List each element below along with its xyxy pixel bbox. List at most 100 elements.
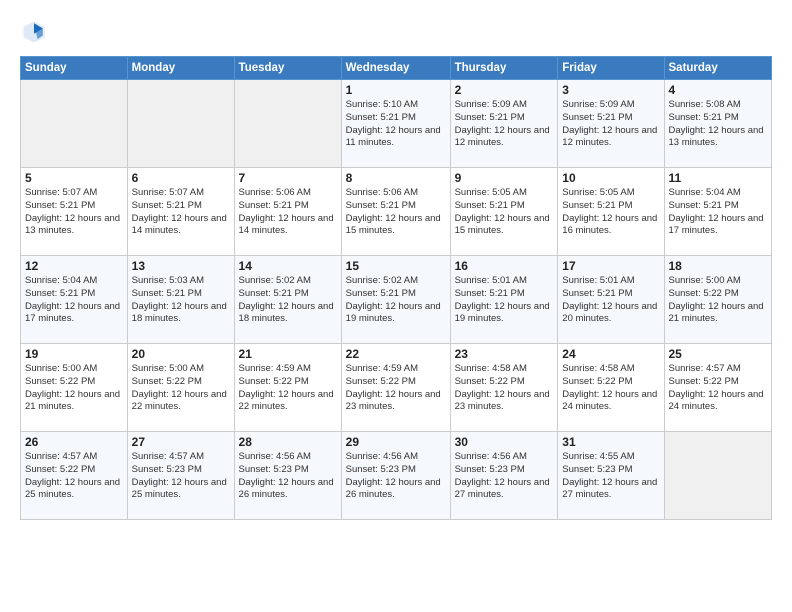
day-number: 15: [346, 259, 446, 273]
calendar-week-row: 5 Sunrise: 5:07 AM Sunset: 5:21 PM Daylig…: [21, 168, 772, 256]
calendar-cell: 16Sunrise: 5:01 AM Sunset: 5:21 PM Dayli…: [450, 256, 558, 344]
weekday-header: Wednesday: [341, 57, 450, 80]
day-info: Sunrise: 5:03 AM Sunset: 5:21 PM Dayligh…: [132, 275, 230, 326]
day-number: 20: [132, 347, 230, 361]
weekday-header: Thursday: [450, 57, 558, 80]
day-info: Sunrise: 5:05 AM Sunset: 5:21 PM Dayligh…: [455, 187, 554, 238]
day-info: Sunrise: 5:02 AM Sunset: 5:21 PM Dayligh…: [346, 275, 446, 326]
calendar-cell: 5 Sunrise: 5:07 AM Sunset: 5:21 PM Daylig…: [21, 168, 128, 256]
calendar-table: SundayMondayTuesdayWednesdayThursdayFrid…: [20, 56, 772, 520]
day-number: 25: [669, 347, 768, 361]
day-number: 14: [239, 259, 337, 273]
day-info: Sunrise: 5:00 AM Sunset: 5:22 PM Dayligh…: [25, 363, 123, 414]
day-number: 31: [562, 435, 659, 449]
calendar-week-row: 26 Sunrise: 4:57 AM Sunset: 5:22 PM Dayli…: [21, 432, 772, 520]
day-info: Sunrise: 4:57 AM Sunset: 5:22 PM Dayligh…: [25, 451, 123, 502]
day-info: Sunrise: 4:56 AM Sunset: 5:23 PM Dayligh…: [455, 451, 554, 502]
day-number: 6: [132, 171, 230, 185]
day-number: 23: [455, 347, 554, 361]
calendar-cell: 3 Sunrise: 5:09 AM Sunset: 5:21 PM Daylig…: [558, 80, 664, 168]
day-number: 27: [132, 435, 230, 449]
day-number: 10: [562, 171, 659, 185]
day-info: Sunrise: 5:01 AM Sunset: 5:21 PM Dayligh…: [455, 275, 554, 326]
calendar-cell: 18 Sunrise: 5:00 AM Sunset: 5:22 PM Dayli…: [664, 256, 772, 344]
day-number: 24: [562, 347, 659, 361]
calendar-cell: 2Sunrise: 5:09 AM Sunset: 5:21 PM Daylig…: [450, 80, 558, 168]
weekday-header: Saturday: [664, 57, 772, 80]
day-info: Sunrise: 4:59 AM Sunset: 5:22 PM Dayligh…: [346, 363, 446, 414]
day-info: Sunrise: 4:59 AM Sunset: 5:22 PM Dayligh…: [239, 363, 337, 414]
page: SundayMondayTuesdayWednesdayThursdayFrid…: [0, 0, 792, 612]
calendar-cell: 7 Sunrise: 5:06 AM Sunset: 5:21 PM Daylig…: [234, 168, 341, 256]
day-info: Sunrise: 5:06 AM Sunset: 5:21 PM Dayligh…: [346, 187, 446, 238]
day-info: Sunrise: 5:00 AM Sunset: 5:22 PM Dayligh…: [669, 275, 768, 326]
calendar-cell: 11 Sunrise: 5:04 AM Sunset: 5:21 PM Dayli…: [664, 168, 772, 256]
day-info: Sunrise: 5:10 AM Sunset: 5:21 PM Dayligh…: [346, 99, 446, 150]
day-number: 18: [669, 259, 768, 273]
day-number: 7: [239, 171, 337, 185]
calendar-cell: 4 Sunrise: 5:08 AM Sunset: 5:21 PM Daylig…: [664, 80, 772, 168]
day-number: 13: [132, 259, 230, 273]
weekday-header: Friday: [558, 57, 664, 80]
calendar-cell: 29 Sunrise: 4:56 AM Sunset: 5:23 PM Dayli…: [341, 432, 450, 520]
calendar-cell: 27Sunrise: 4:57 AM Sunset: 5:23 PM Dayli…: [127, 432, 234, 520]
day-info: Sunrise: 4:58 AM Sunset: 5:22 PM Dayligh…: [562, 363, 659, 414]
day-info: Sunrise: 5:05 AM Sunset: 5:21 PM Dayligh…: [562, 187, 659, 238]
logo-icon: [20, 18, 48, 46]
weekday-header: Monday: [127, 57, 234, 80]
day-info: Sunrise: 5:07 AM Sunset: 5:21 PM Dayligh…: [132, 187, 230, 238]
calendar-cell: 28 Sunrise: 4:56 AM Sunset: 5:23 PM Dayli…: [234, 432, 341, 520]
day-info: Sunrise: 5:00 AM Sunset: 5:22 PM Dayligh…: [132, 363, 230, 414]
calendar-week-row: 19 Sunrise: 5:00 AM Sunset: 5:22 PM Dayli…: [21, 344, 772, 432]
calendar-cell: 17 Sunrise: 5:01 AM Sunset: 5:21 PM Dayli…: [558, 256, 664, 344]
day-info: Sunrise: 4:58 AM Sunset: 5:22 PM Dayligh…: [455, 363, 554, 414]
calendar-cell: 14Sunrise: 5:02 AM Sunset: 5:21 PM Dayli…: [234, 256, 341, 344]
day-number: 19: [25, 347, 123, 361]
day-number: 8: [346, 171, 446, 185]
day-info: Sunrise: 4:56 AM Sunset: 5:23 PM Dayligh…: [239, 451, 337, 502]
day-number: 21: [239, 347, 337, 361]
calendar-cell: [21, 80, 128, 168]
day-info: Sunrise: 4:55 AM Sunset: 5:23 PM Dayligh…: [562, 451, 659, 502]
logo: [20, 18, 52, 46]
day-number: 17: [562, 259, 659, 273]
day-info: Sunrise: 5:01 AM Sunset: 5:21 PM Dayligh…: [562, 275, 659, 326]
day-number: 12: [25, 259, 123, 273]
day-number: 5: [25, 171, 123, 185]
day-number: 3: [562, 83, 659, 97]
calendar-week-row: 1 Sunrise: 5:10 AM Sunset: 5:21 PM Daylig…: [21, 80, 772, 168]
day-info: Sunrise: 5:04 AM Sunset: 5:21 PM Dayligh…: [669, 187, 768, 238]
day-info: Sunrise: 5:08 AM Sunset: 5:21 PM Dayligh…: [669, 99, 768, 150]
calendar-cell: 6 Sunrise: 5:07 AM Sunset: 5:21 PM Daylig…: [127, 168, 234, 256]
day-number: 2: [455, 83, 554, 97]
day-number: 30: [455, 435, 554, 449]
day-info: Sunrise: 5:09 AM Sunset: 5:21 PM Dayligh…: [562, 99, 659, 150]
day-info: Sunrise: 5:06 AM Sunset: 5:21 PM Dayligh…: [239, 187, 337, 238]
calendar-cell: 25Sunrise: 4:57 AM Sunset: 5:22 PM Dayli…: [664, 344, 772, 432]
calendar-cell: 12 Sunrise: 5:04 AM Sunset: 5:21 PM Dayli…: [21, 256, 128, 344]
calendar-cell: 30 Sunrise: 4:56 AM Sunset: 5:23 PM Dayli…: [450, 432, 558, 520]
calendar-cell: 20 Sunrise: 5:00 AM Sunset: 5:22 PM Dayli…: [127, 344, 234, 432]
day-number: 1: [346, 83, 446, 97]
day-number: 9: [455, 171, 554, 185]
calendar-cell: 24 Sunrise: 4:58 AM Sunset: 5:22 PM Dayli…: [558, 344, 664, 432]
calendar-week-row: 12 Sunrise: 5:04 AM Sunset: 5:21 PM Dayli…: [21, 256, 772, 344]
day-info: Sunrise: 5:04 AM Sunset: 5:21 PM Dayligh…: [25, 275, 123, 326]
weekday-header-row: SundayMondayTuesdayWednesdayThursdayFrid…: [21, 57, 772, 80]
day-info: Sunrise: 5:07 AM Sunset: 5:21 PM Dayligh…: [25, 187, 123, 238]
calendar-cell: 8 Sunrise: 5:06 AM Sunset: 5:21 PM Daylig…: [341, 168, 450, 256]
calendar-cell: 23 Sunrise: 4:58 AM Sunset: 5:22 PM Dayli…: [450, 344, 558, 432]
calendar-cell: 9 Sunrise: 5:05 AM Sunset: 5:21 PM Daylig…: [450, 168, 558, 256]
calendar-cell: 22Sunrise: 4:59 AM Sunset: 5:22 PM Dayli…: [341, 344, 450, 432]
day-info: Sunrise: 4:56 AM Sunset: 5:23 PM Dayligh…: [346, 451, 446, 502]
calendar-cell: [234, 80, 341, 168]
day-number: 29: [346, 435, 446, 449]
calendar-cell: [664, 432, 772, 520]
weekday-header: Tuesday: [234, 57, 341, 80]
calendar-cell: 21 Sunrise: 4:59 AM Sunset: 5:22 PM Dayli…: [234, 344, 341, 432]
day-number: 28: [239, 435, 337, 449]
calendar-cell: 26 Sunrise: 4:57 AM Sunset: 5:22 PM Dayli…: [21, 432, 128, 520]
day-number: 26: [25, 435, 123, 449]
day-number: 11: [669, 171, 768, 185]
day-number: 4: [669, 83, 768, 97]
